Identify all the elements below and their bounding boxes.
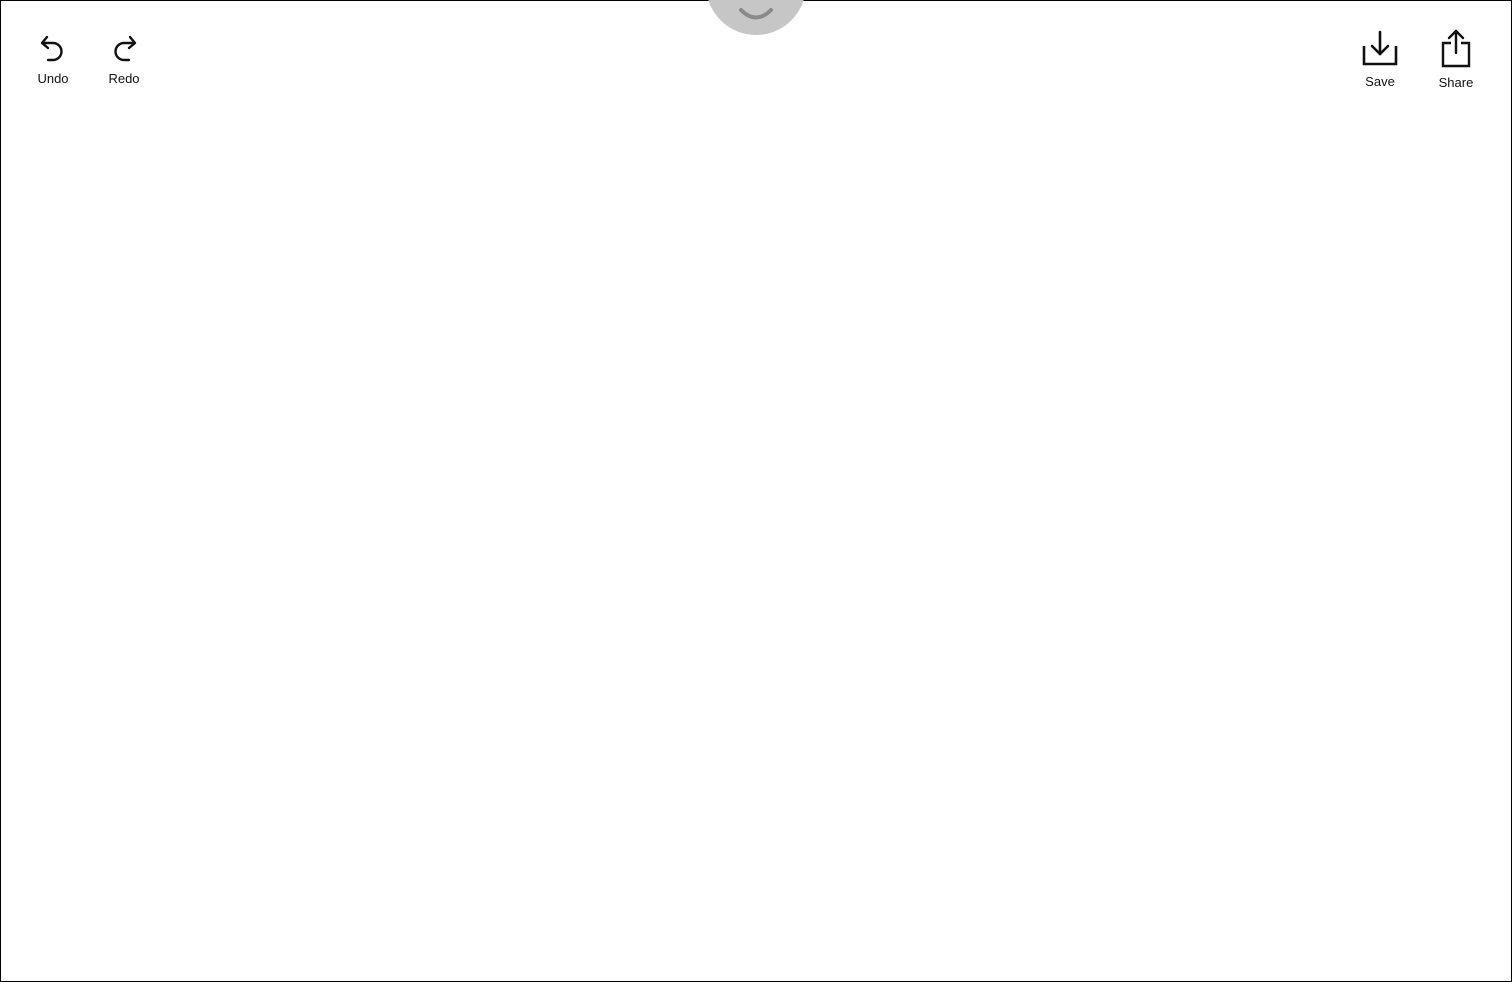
undo-button[interactable]: Undo	[31, 33, 75, 86]
redo-label: Redo	[108, 71, 140, 86]
share-button[interactable]: Share	[1430, 29, 1482, 90]
redo-icon	[114, 35, 137, 62]
app-window: Undo Redo Save Share	[0, 0, 1512, 982]
share-icon	[1441, 29, 1471, 68]
chevron-down-icon	[739, 8, 773, 20]
share-label: Share	[1438, 75, 1474, 90]
redo-button[interactable]: Redo	[102, 33, 146, 86]
undo-icon	[40, 35, 63, 62]
download-icon	[1362, 30, 1398, 66]
save-button[interactable]: Save	[1354, 30, 1406, 89]
save-label: Save	[1365, 74, 1395, 89]
drawing-canvas[interactable]	[1, 111, 1511, 981]
toolbar-collapse-handle[interactable]	[706, 0, 806, 35]
undo-label: Undo	[37, 71, 69, 86]
